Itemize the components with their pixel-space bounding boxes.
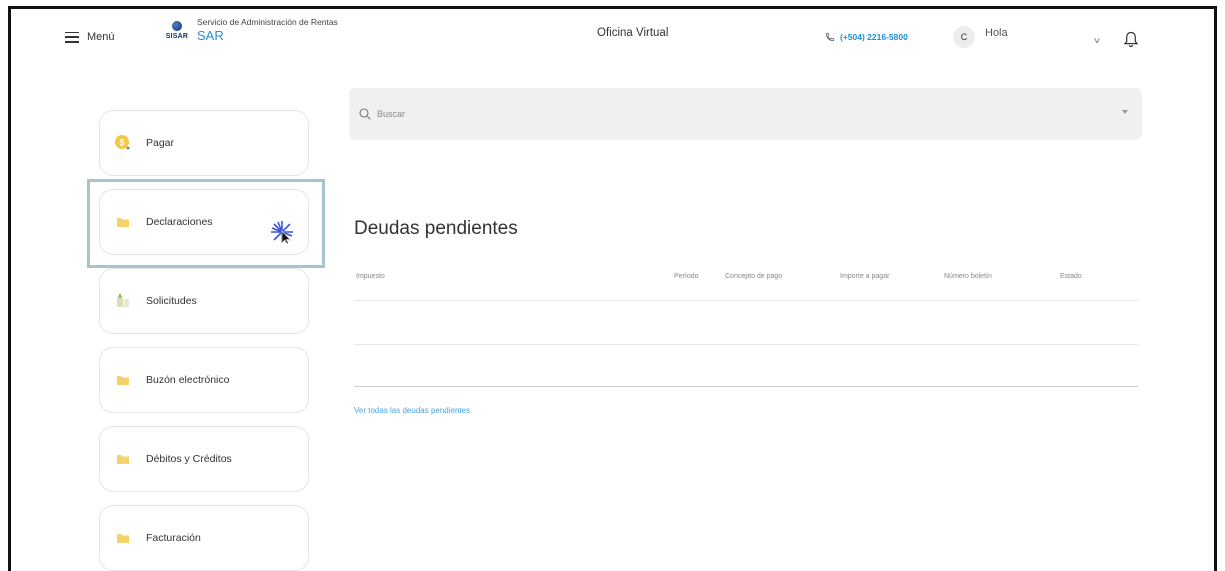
dropdown-caret-icon[interactable] — [1122, 110, 1128, 114]
click-cursor-icon — [269, 219, 295, 250]
section-title: Deudas pendientes — [354, 218, 518, 239]
hamburger-icon — [65, 31, 79, 43]
table-row-divider — [354, 344, 1138, 345]
coin-icon: $ — [112, 132, 134, 154]
phone-number: (+504) 2216-5800 — [840, 32, 908, 42]
search-box[interactable] — [349, 88, 1142, 140]
folder-icon — [112, 369, 134, 391]
search-icon — [359, 108, 371, 120]
sidebar-item-label: Buzón electrónico — [146, 374, 230, 386]
sidebar-item-label: Débitos y Créditos — [146, 453, 232, 465]
bell-icon[interactable] — [1123, 31, 1139, 53]
sidebar-item-pagar[interactable]: $ Pagar — [99, 110, 309, 176]
table-bottom-divider — [354, 386, 1138, 387]
sidebar-item-facturacion[interactable]: Facturación — [99, 505, 309, 571]
svg-text:$: $ — [119, 138, 124, 148]
app-window: Menú SISAR Servicio de Administración de… — [8, 6, 1217, 571]
phone-link[interactable]: (+504) 2216-5800 — [825, 32, 908, 42]
brand-logo-link[interactable]: SISAR Servicio de Administración de Rent… — [163, 17, 338, 43]
chevron-down-icon[interactable]: ∨ — [1093, 36, 1101, 45]
column-header: Estado — [1060, 273, 1082, 280]
column-header: Concepto de pago — [725, 273, 783, 280]
folder-icon — [112, 448, 134, 470]
view-all-debts-link[interactable]: Ver todas las deudas pendientes — [354, 406, 470, 415]
phone-icon — [825, 32, 835, 42]
sidebar-item-label: Solicitudes — [146, 295, 197, 307]
menu-button[interactable]: Menú — [65, 31, 115, 43]
column-header: Número boletín — [944, 273, 992, 280]
page-title: Oficina Virtual — [597, 27, 669, 39]
sidebar-item-solicitudes[interactable]: Solicitudes — [99, 268, 309, 334]
column-header: Período — [674, 273, 699, 280]
column-header: Impuesto — [356, 273, 385, 280]
sidebar-item-debitos-creditos[interactable]: Débitos y Créditos — [99, 426, 309, 492]
globe-icon — [172, 21, 182, 31]
sidebar-item-label: Facturación — [146, 532, 201, 544]
top-header: Menú SISAR Servicio de Administración de… — [11, 9, 1214, 69]
sidebar-item-label: Pagar — [146, 137, 175, 149]
folder-icon — [112, 527, 134, 549]
avatar[interactable]: C — [953, 26, 975, 48]
menu-label: Menú — [87, 31, 115, 43]
sidebar-item-buzon[interactable]: Buzón electrónico — [99, 347, 309, 413]
greeting: Hola — [985, 27, 1008, 39]
brand-subtitle: Servicio de Administración de Rentas — [197, 17, 338, 27]
column-header: Importe a pagar — [840, 273, 890, 280]
logo-text: SISAR — [165, 33, 189, 40]
brand-name: SAR — [197, 28, 224, 43]
documents-icon — [112, 290, 134, 312]
search-input[interactable] — [377, 109, 1077, 119]
sar-logo: SISAR — [163, 17, 191, 40]
debts-table-header: Impuesto Período Concepto de pago Import… — [354, 269, 1138, 301]
